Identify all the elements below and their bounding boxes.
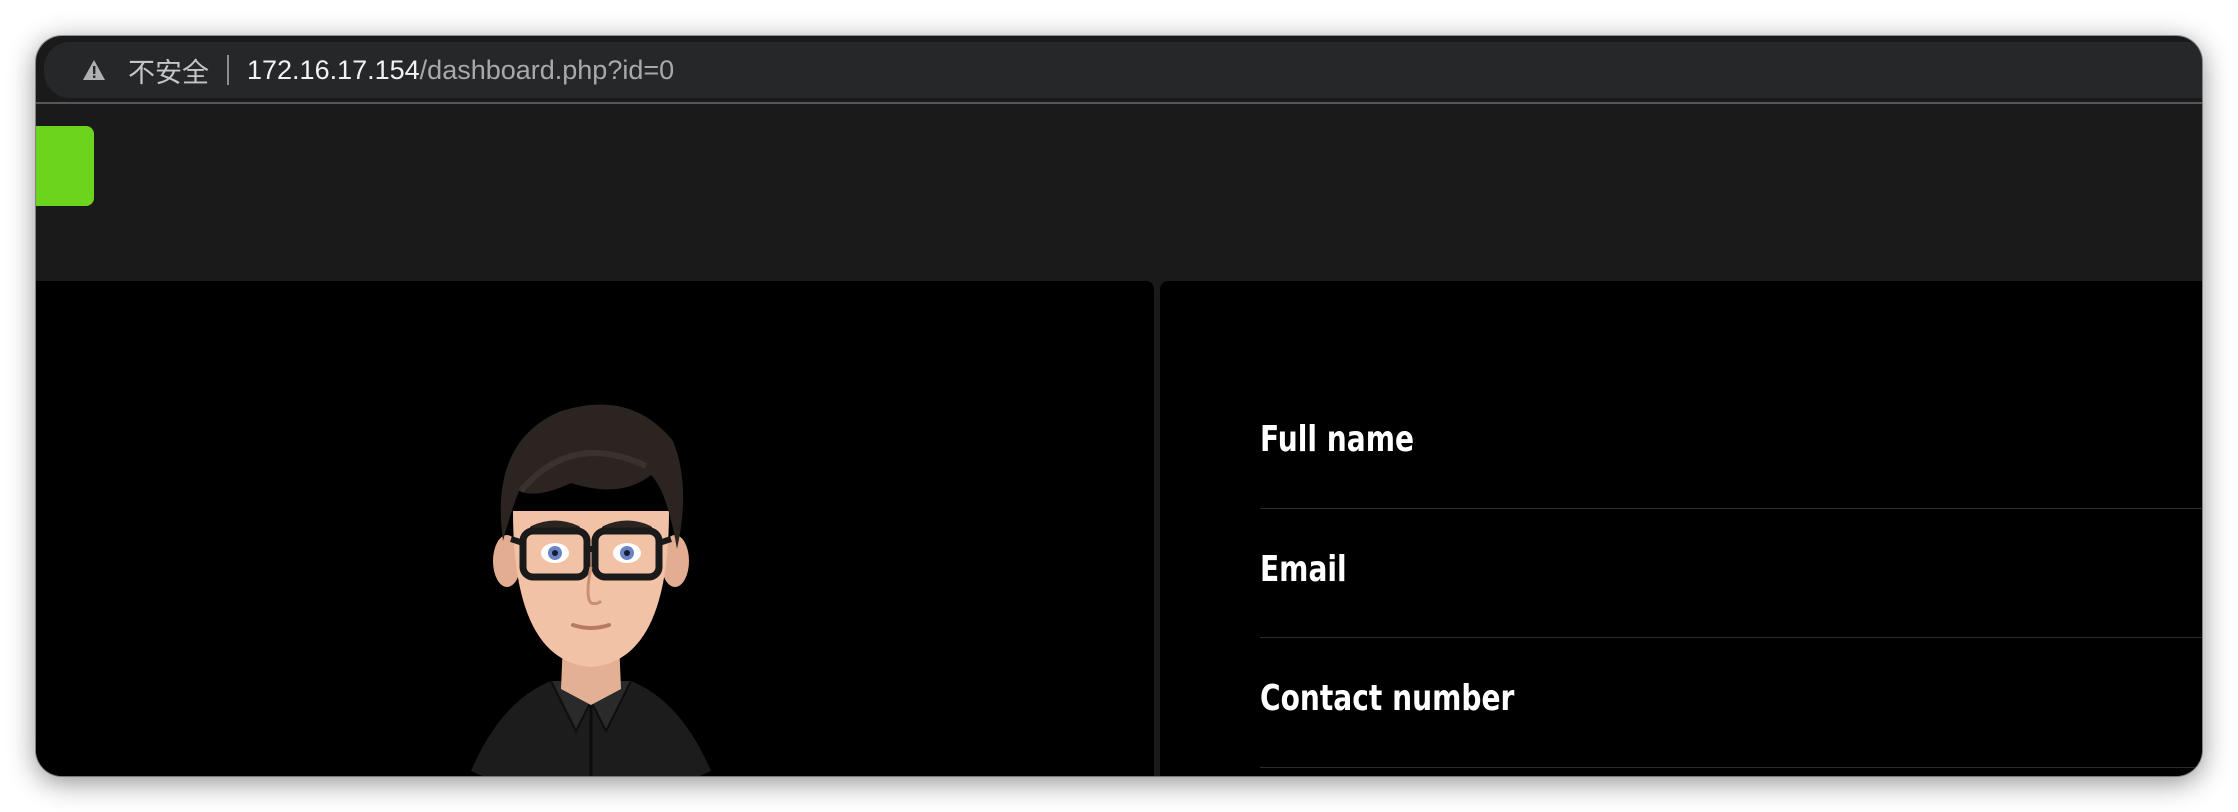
field-divider bbox=[1260, 637, 2202, 638]
avatar bbox=[441, 371, 741, 776]
security-status-label[interactable]: 不安全 bbox=[128, 51, 209, 90]
warning-triangle-icon[interactable] bbox=[82, 59, 106, 81]
url-path[interactable]: /dashboard.php?id=0 bbox=[420, 55, 674, 86]
address-bar[interactable]: 不安全 172.16.17.154 /dashboard.php?id=0 bbox=[44, 42, 2202, 98]
url-host[interactable]: 172.16.17.154 bbox=[247, 55, 420, 86]
profile-details-panel: Full name Email Contact number bbox=[1160, 281, 2202, 776]
contact-number-label: Contact number bbox=[1260, 678, 1515, 719]
address-divider bbox=[227, 55, 229, 85]
menu-toggle-button[interactable] bbox=[36, 126, 94, 206]
toolbar-divider bbox=[36, 102, 2202, 104]
full-name-label: Full name bbox=[1260, 419, 1415, 460]
browser-window: 不安全 172.16.17.154 /dashboard.php?id=0 Fu… bbox=[36, 36, 2202, 776]
field-divider bbox=[1260, 767, 2202, 768]
field-divider bbox=[1260, 508, 2202, 509]
email-label: Email bbox=[1260, 549, 1347, 590]
profile-picture-panel bbox=[36, 281, 1154, 776]
